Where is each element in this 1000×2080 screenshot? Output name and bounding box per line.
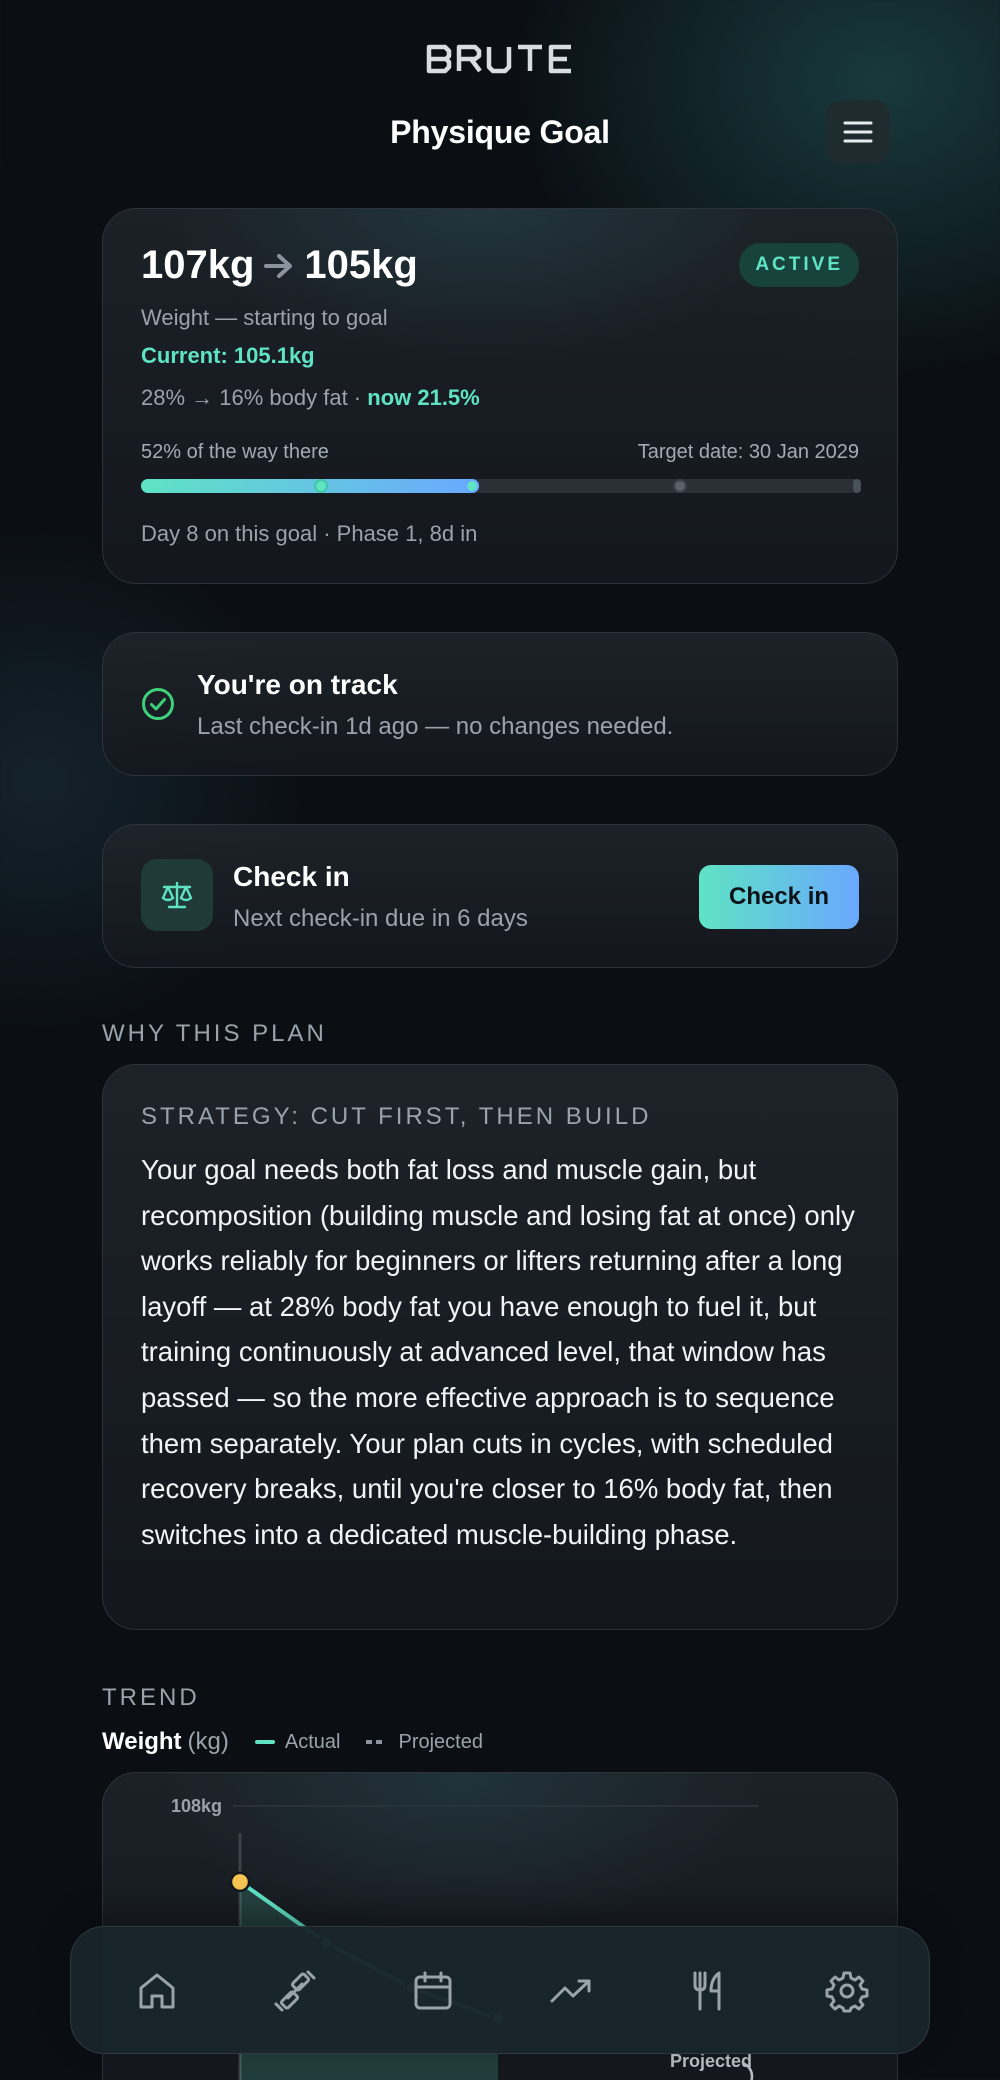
body-fat-now: now 21.5%: [367, 385, 480, 410]
app-logo: [0, 44, 1000, 79]
why-card: STRATEGY: CUT FIRST, THEN BUILD Your goa…: [102, 1064, 898, 1630]
dumbbell-icon: [274, 1970, 316, 2012]
menu-button[interactable]: [826, 100, 890, 164]
nav-progress[interactable]: [541, 1961, 601, 2021]
body-fat-range: 28% → 16% body fat ·: [141, 385, 362, 410]
phase-marker: [673, 479, 687, 493]
scale-icon-box: [141, 859, 213, 931]
gear-icon: [825, 1971, 869, 2013]
nav-home[interactable]: [127, 1961, 187, 2021]
why-body: Your goal needs both fat loss and muscle…: [141, 1154, 855, 1550]
checkin-title: Check in: [233, 861, 350, 892]
weight-caption: Weight — starting to goal: [141, 305, 388, 330]
status-badge: ACTIVE: [739, 243, 859, 287]
current-weight: Current: 105.1kg: [141, 343, 315, 368]
arrow-right-icon: [264, 253, 293, 278]
legend-actual-label: Actual: [284, 1730, 341, 1753]
y-tick-label: 108kg: [171, 1796, 222, 1816]
trend-unit: (kg): [187, 1728, 229, 1755]
goal-weights: 107kg 105kg: [141, 243, 418, 288]
checkin-subtitle: Next check-in due in 6 days: [233, 905, 528, 932]
current-progress-marker: [465, 479, 479, 493]
data-point: [229, 1871, 251, 1893]
start-weight: 107kg: [141, 243, 255, 287]
nav-workouts[interactable]: [265, 1961, 325, 2021]
projected-annotation: Projected: [670, 2051, 752, 2071]
calendar-icon: [414, 1971, 452, 2010]
body-fat-line: 28% → 16% body fat · now 21.5%: [141, 385, 480, 411]
scale-icon: [161, 881, 193, 909]
status-subtitle: Last check-in 1d ago — no changes needed…: [197, 713, 674, 740]
status-card: You're on track Last check-in 1d ago — n…: [102, 632, 898, 776]
checkin-card: Check in Next check-in due in 6 days Che…: [102, 824, 898, 968]
section-label-trend: TREND: [102, 1684, 200, 1711]
trend-metric: Weight: [102, 1728, 182, 1755]
check-circle-icon: [142, 688, 174, 720]
goal-end-marker: [853, 479, 861, 493]
progress-fill: [141, 479, 479, 493]
trend-icon: [550, 1979, 591, 2003]
nav-nutrition[interactable]: [679, 1961, 739, 2021]
checkin-button[interactable]: Check in: [699, 865, 859, 929]
legend-projected-swatch: [366, 1740, 387, 1744]
target-date: Target date: 30 Jan 2029: [637, 441, 859, 463]
fork-knife-icon: [693, 1971, 721, 2011]
trend-legend: Weight (kg) Actual Projected: [102, 1728, 483, 1756]
target-weight: 105kg: [304, 243, 418, 287]
goal-card: 107kg 105kg ACTIVE Weight — starting to …: [102, 208, 898, 584]
hamburger-icon: [843, 121, 873, 143]
legend-projected-label: Projected: [398, 1730, 483, 1753]
legend-actual-swatch: [254, 1740, 275, 1744]
nav-settings[interactable]: [817, 1961, 877, 2021]
header: Physique Goal: [0, 0, 1000, 190]
status-title: You're on track: [197, 669, 398, 700]
progress-bar: [141, 479, 861, 493]
home-icon: [139, 1973, 175, 2009]
brute-logo-icon: [426, 44, 571, 74]
strategy-label: STRATEGY: CUT FIRST, THEN BUILD: [141, 1103, 652, 1130]
progress-text: 52% of the way there: [141, 441, 329, 463]
nav-calendar[interactable]: [403, 1961, 463, 2021]
bottom-nav: [70, 1926, 930, 2054]
phase-marker: [314, 479, 328, 493]
goal-footer: Day 8 on this goal · Phase 1, 8d in: [141, 521, 478, 546]
section-label-why: WHY THIS PLAN: [102, 1020, 327, 1047]
